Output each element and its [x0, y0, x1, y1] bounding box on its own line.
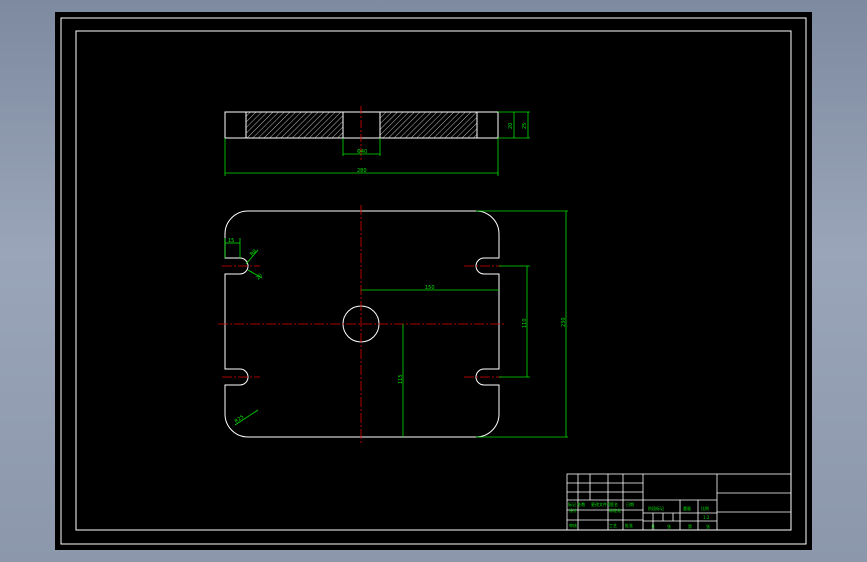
tb-change-doc: 更改文件号: [591, 501, 611, 507]
tb-process: 工艺: [609, 523, 617, 528]
dim-overall-width: 280: [357, 168, 367, 174]
dim-slot-width: 15: [228, 238, 234, 244]
tb-scale-label: 比例: [701, 505, 709, 511]
dim-thickness-a: 20: [508, 123, 514, 129]
drawing-canvas: [55, 12, 812, 550]
tb-total: 共: [651, 523, 655, 529]
dim-offset-y: 115: [398, 374, 404, 384]
tb-signature: 签名: [610, 501, 618, 507]
section-hatch-right: [380, 112, 477, 138]
tb-sheet-no: 第: [688, 523, 692, 529]
tb-scale-value: 1:2: [703, 515, 710, 520]
tb-standardization: 标准化: [609, 507, 621, 513]
tb-weight: 重量: [683, 505, 691, 511]
dim-slot-spacing: 110: [522, 318, 528, 328]
tb-sheets-2: 张: [706, 523, 710, 529]
tb-mark-count: 标记 处数: [568, 501, 585, 507]
dim-offset-x: 150: [425, 285, 435, 291]
tb-stage-mark: 阶段标记: [648, 505, 664, 511]
tb-approve: 批准: [625, 522, 633, 528]
tb-review: 审核: [569, 522, 577, 528]
dim-bore-diameter: Φ40: [357, 149, 367, 155]
dim-thickness-b: 25: [522, 123, 528, 129]
tb-design: 设计: [569, 507, 577, 513]
dim-overall-height: 230: [561, 317, 567, 327]
tb-sheets: 张: [667, 523, 671, 529]
cad-drawing-viewport: Φ40 280 20 25 15 R8 20 R25 150 110 230 1…: [55, 12, 812, 550]
tb-date: 日期: [626, 501, 634, 507]
section-hatch-left: [246, 112, 343, 138]
